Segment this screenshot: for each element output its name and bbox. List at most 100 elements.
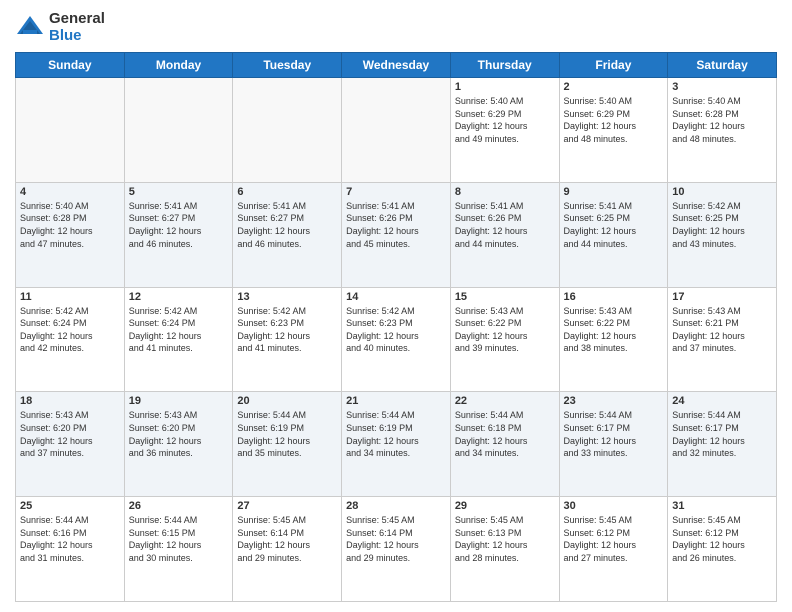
calendar-cell: [233, 78, 342, 183]
calendar-cell: 9 Sunrise: 5:41 AM Sunset: 6:25 PM Daylig…: [559, 182, 668, 287]
day-number: 9: [564, 186, 664, 198]
day-info: Sunrise: 5:43 AM Sunset: 6:22 PM Dayligh…: [455, 305, 555, 355]
day-number: 4: [20, 186, 120, 198]
calendar-cell: 16Sunrise: 5:43 AM Sunset: 6:22 PM Dayli…: [559, 287, 668, 392]
calendar-cell: 13 Sunrise: 5:42 AM Sunset: 6:23 PM Dayli…: [233, 287, 342, 392]
calendar-cell: 22 Sunrise: 5:44 AM Sunset: 6:18 PM Dayli…: [450, 392, 559, 497]
calendar-week-row: 11 Sunrise: 5:42 AM Sunset: 6:24 PM Dayli…: [16, 287, 777, 392]
calendar-cell: [342, 78, 451, 183]
day-number: 8: [455, 186, 555, 198]
day-header-saturday: Saturday: [668, 53, 777, 78]
day-number: 11: [20, 291, 120, 303]
calendar-cell: 6 Sunrise: 5:41 AM Sunset: 6:27 PM Daylig…: [233, 182, 342, 287]
calendar-cell: 3 Sunrise: 5:40 AM Sunset: 6:28 PM Daylig…: [668, 78, 777, 183]
calendar-cell: [16, 78, 125, 183]
day-number: 14: [346, 291, 446, 303]
calendar-cell: 17 Sunrise: 5:43 AM Sunset: 6:21 PM Dayli…: [668, 287, 777, 392]
calendar-cell: 30 Sunrise: 5:45 AM Sunset: 6:12 PM Dayli…: [559, 497, 668, 602]
day-number: 17: [672, 291, 772, 303]
day-number: 26: [129, 500, 229, 512]
day-number: 15: [455, 291, 555, 303]
day-info: Sunrise: 5:41 AM Sunset: 6:26 PM Dayligh…: [346, 200, 446, 250]
day-info: Sunrise: 5:42 AM Sunset: 6:23 PM Dayligh…: [237, 305, 337, 355]
logo-text: General Blue: [49, 10, 105, 44]
day-info: Sunrise: 5:42 AM Sunset: 6:23 PM Dayligh…: [346, 305, 446, 355]
day-number: 27: [237, 500, 337, 512]
day-header-wednesday: Wednesday: [342, 53, 451, 78]
day-number: 10: [672, 186, 772, 198]
day-info: Sunrise: 5:44 AM Sunset: 6:16 PM Dayligh…: [20, 514, 120, 564]
header: General Blue: [15, 10, 777, 44]
day-info: Sunrise: 5:44 AM Sunset: 6:17 PM Dayligh…: [564, 409, 664, 459]
day-info: Sunrise: 5:44 AM Sunset: 6:19 PM Dayligh…: [346, 409, 446, 459]
day-info: Sunrise: 5:40 AM Sunset: 6:29 PM Dayligh…: [564, 95, 664, 145]
day-number: 18: [20, 395, 120, 407]
day-number: 1: [455, 81, 555, 93]
calendar-week-row: 18Sunrise: 5:43 AM Sunset: 6:20 PM Dayli…: [16, 392, 777, 497]
calendar-cell: 10 Sunrise: 5:42 AM Sunset: 6:25 PM Dayli…: [668, 182, 777, 287]
day-number: 30: [564, 500, 664, 512]
day-info: Sunrise: 5:44 AM Sunset: 6:19 PM Dayligh…: [237, 409, 337, 459]
day-info: Sunrise: 5:40 AM Sunset: 6:28 PM Dayligh…: [20, 200, 120, 250]
day-number: 22: [455, 395, 555, 407]
calendar-cell: 5Sunrise: 5:41 AM Sunset: 6:27 PM Daylig…: [124, 182, 233, 287]
logo-icon: [15, 12, 45, 42]
calendar-cell: 12 Sunrise: 5:42 AM Sunset: 6:24 PM Dayli…: [124, 287, 233, 392]
calendar-cell: 20Sunrise: 5:44 AM Sunset: 6:19 PM Dayli…: [233, 392, 342, 497]
day-number: 6: [237, 186, 337, 198]
calendar-cell: [124, 78, 233, 183]
day-info: Sunrise: 5:42 AM Sunset: 6:24 PM Dayligh…: [20, 305, 120, 355]
day-number: 5: [129, 186, 229, 198]
day-info: Sunrise: 5:45 AM Sunset: 6:12 PM Dayligh…: [564, 514, 664, 564]
day-header-thursday: Thursday: [450, 53, 559, 78]
calendar-header-row: SundayMondayTuesdayWednesdayThursdayFrid…: [16, 53, 777, 78]
day-header-friday: Friday: [559, 53, 668, 78]
day-info: Sunrise: 5:43 AM Sunset: 6:21 PM Dayligh…: [672, 305, 772, 355]
calendar-table: SundayMondayTuesdayWednesdayThursdayFrid…: [15, 52, 777, 602]
day-number: 24: [672, 395, 772, 407]
day-info: Sunrise: 5:40 AM Sunset: 6:28 PM Dayligh…: [672, 95, 772, 145]
day-info: Sunrise: 5:42 AM Sunset: 6:25 PM Dayligh…: [672, 200, 772, 250]
day-number: 3: [672, 81, 772, 93]
calendar-cell: 25 Sunrise: 5:44 AM Sunset: 6:16 PM Dayli…: [16, 497, 125, 602]
calendar-week-row: 1 Sunrise: 5:40 AM Sunset: 6:29 PM Daylig…: [16, 78, 777, 183]
calendar-cell: 21 Sunrise: 5:44 AM Sunset: 6:19 PM Dayli…: [342, 392, 451, 497]
calendar-cell: 14 Sunrise: 5:42 AM Sunset: 6:23 PM Dayli…: [342, 287, 451, 392]
day-number: 31: [672, 500, 772, 512]
calendar-cell: 23 Sunrise: 5:44 AM Sunset: 6:17 PM Dayli…: [559, 392, 668, 497]
calendar-cell: 7 Sunrise: 5:41 AM Sunset: 6:26 PM Daylig…: [342, 182, 451, 287]
day-number: 13: [237, 291, 337, 303]
day-info: Sunrise: 5:44 AM Sunset: 6:18 PM Dayligh…: [455, 409, 555, 459]
day-number: 25: [20, 500, 120, 512]
day-header-monday: Monday: [124, 53, 233, 78]
calendar-cell: 26 Sunrise: 5:44 AM Sunset: 6:15 PM Dayli…: [124, 497, 233, 602]
day-info: Sunrise: 5:45 AM Sunset: 6:12 PM Dayligh…: [672, 514, 772, 564]
day-header-sunday: Sunday: [16, 53, 125, 78]
day-number: 23: [564, 395, 664, 407]
day-number: 21: [346, 395, 446, 407]
calendar-cell: 18Sunrise: 5:43 AM Sunset: 6:20 PM Dayli…: [16, 392, 125, 497]
calendar-cell: 28Sunrise: 5:45 AM Sunset: 6:14 PM Dayli…: [342, 497, 451, 602]
day-info: Sunrise: 5:41 AM Sunset: 6:27 PM Dayligh…: [237, 200, 337, 250]
calendar-cell: 24Sunrise: 5:44 AM Sunset: 6:17 PM Dayli…: [668, 392, 777, 497]
calendar-cell: 2Sunrise: 5:40 AM Sunset: 6:29 PM Daylig…: [559, 78, 668, 183]
calendar-cell: 29 Sunrise: 5:45 AM Sunset: 6:13 PM Dayli…: [450, 497, 559, 602]
calendar-week-row: 25 Sunrise: 5:44 AM Sunset: 6:16 PM Dayli…: [16, 497, 777, 602]
day-number: 29: [455, 500, 555, 512]
day-info: Sunrise: 5:41 AM Sunset: 6:25 PM Dayligh…: [564, 200, 664, 250]
day-number: 7: [346, 186, 446, 198]
day-info: Sunrise: 5:45 AM Sunset: 6:14 PM Dayligh…: [346, 514, 446, 564]
calendar: SundayMondayTuesdayWednesdayThursdayFrid…: [15, 52, 777, 602]
day-info: Sunrise: 5:45 AM Sunset: 6:13 PM Dayligh…: [455, 514, 555, 564]
day-info: Sunrise: 5:42 AM Sunset: 6:24 PM Dayligh…: [129, 305, 229, 355]
calendar-cell: 4 Sunrise: 5:40 AM Sunset: 6:28 PM Daylig…: [16, 182, 125, 287]
calendar-week-row: 4 Sunrise: 5:40 AM Sunset: 6:28 PM Daylig…: [16, 182, 777, 287]
day-info: Sunrise: 5:41 AM Sunset: 6:26 PM Dayligh…: [455, 200, 555, 250]
day-info: Sunrise: 5:40 AM Sunset: 6:29 PM Dayligh…: [455, 95, 555, 145]
calendar-cell: 19Sunrise: 5:43 AM Sunset: 6:20 PM Dayli…: [124, 392, 233, 497]
day-info: Sunrise: 5:44 AM Sunset: 6:15 PM Dayligh…: [129, 514, 229, 564]
day-number: 12: [129, 291, 229, 303]
day-header-tuesday: Tuesday: [233, 53, 342, 78]
calendar-cell: 27Sunrise: 5:45 AM Sunset: 6:14 PM Dayli…: [233, 497, 342, 602]
calendar-cell: 31 Sunrise: 5:45 AM Sunset: 6:12 PM Dayli…: [668, 497, 777, 602]
